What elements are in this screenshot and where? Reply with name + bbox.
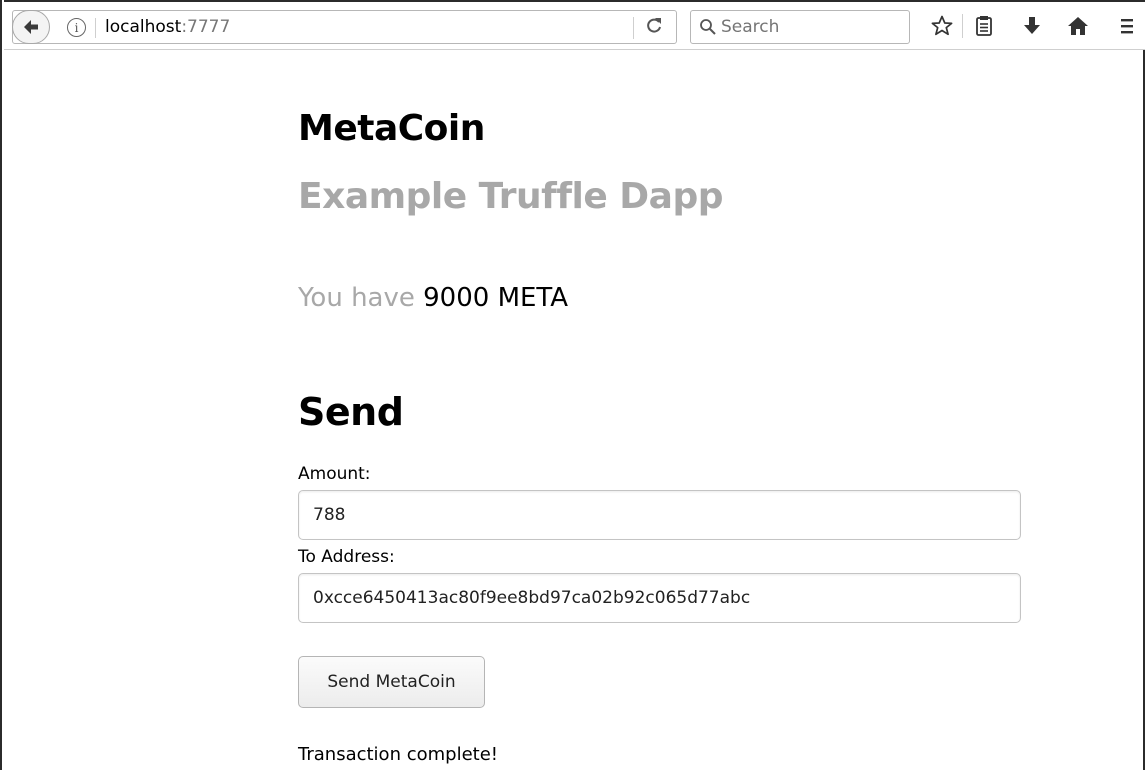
url-text[interactable]: localhost:7777 <box>105 17 230 37</box>
balance-prefix: You have <box>298 283 415 313</box>
info-icon[interactable]: i <box>67 18 86 37</box>
page-title: MetaCoin <box>298 108 485 149</box>
amount-input[interactable] <box>298 490 1021 540</box>
send-metacoin-button[interactable]: Send MetaCoin <box>298 656 485 708</box>
hamburger-menu-icon[interactable] <box>1114 12 1136 40</box>
address-label: To Address: <box>298 547 395 567</box>
address-input[interactable] <box>298 573 1021 623</box>
arrow-left-icon <box>24 20 38 34</box>
url-port: :7777 <box>181 17 231 37</box>
reload-icon[interactable] <box>644 15 664 37</box>
clipboard-icon[interactable] <box>970 12 998 40</box>
star-icon[interactable] <box>928 12 956 40</box>
home-icon[interactable] <box>1064 12 1092 40</box>
page-subtitle: Example Truffle Dapp <box>298 176 724 217</box>
back-button[interactable] <box>12 10 50 44</box>
search-bar[interactable] <box>690 10 910 44</box>
transaction-status: Transaction complete! <box>298 744 498 765</box>
browser-toolbar: i localhost:7777 <box>4 0 1145 50</box>
search-input[interactable] <box>721 11 906 43</box>
balance-value: 9000 META <box>423 283 569 313</box>
toolbar-divider <box>962 14 963 38</box>
browser-window: i localhost:7777 Search MetaCoin Example… <box>0 0 1145 770</box>
reload-divider <box>633 17 634 39</box>
url-bar[interactable]: i localhost:7777 <box>12 10 677 44</box>
search-icon <box>700 19 716 35</box>
amount-label: Amount: <box>298 464 371 484</box>
balance-line: You have 9000 META <box>298 283 568 313</box>
download-arrow-icon[interactable] <box>1018 12 1046 40</box>
url-divider <box>95 18 96 38</box>
url-host: localhost <box>105 17 182 37</box>
send-heading: Send <box>298 390 404 434</box>
